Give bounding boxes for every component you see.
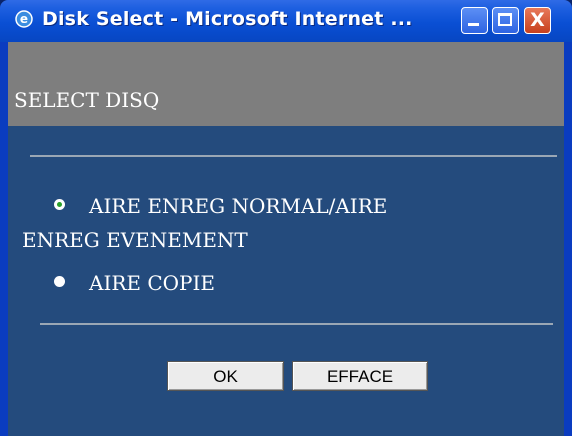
clear-button[interactable]: EFFACE [292, 361, 428, 391]
title-bar[interactable]: e Disk Select - Microsoft Internet ... X [0, 0, 572, 42]
ok-button[interactable]: OK [167, 361, 284, 391]
header-band [8, 42, 564, 70]
browser-window: e Disk Select - Microsoft Internet ... X… [0, 0, 572, 436]
divider-top [30, 155, 557, 157]
radio-copy-area[interactable] [54, 276, 65, 287]
window-frame-right [564, 42, 572, 436]
divider-bottom [40, 323, 553, 325]
option-copy-label: AIRE COPIE [89, 271, 216, 295]
window-frame-left [0, 42, 8, 436]
maximize-button[interactable] [492, 7, 519, 34]
radio-selected-dot [57, 202, 62, 207]
close-icon: X [530, 9, 545, 31]
maximize-icon [498, 13, 512, 26]
close-button[interactable]: X [524, 7, 551, 34]
radio-normal-event-area[interactable] [54, 199, 65, 210]
ie-icon: e [15, 10, 33, 28]
svg-text:e: e [20, 12, 28, 26]
minimize-icon [468, 23, 479, 26]
option-normal-event-label-line2: ENREG EVENEMENT [22, 228, 248, 252]
page-title: SELECT DISQ [14, 88, 160, 112]
option-normal-event-label-line1: AIRE ENREG NORMAL/AIRE [89, 194, 388, 218]
window-title: Disk Select - Microsoft Internet ... [42, 8, 413, 30]
minimize-button[interactable] [461, 7, 488, 34]
